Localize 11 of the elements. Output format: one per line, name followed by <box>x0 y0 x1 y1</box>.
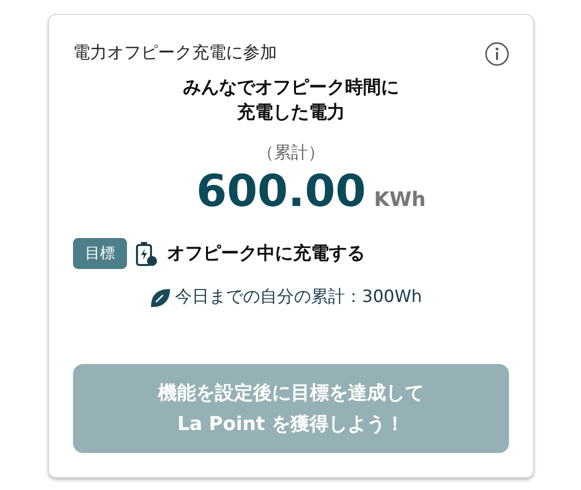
headline: みんなでオフピーク時間に充電した電力 <box>182 76 400 125</box>
unit-label: KWh <box>374 186 426 214</box>
card-title: 電力オフピーク充電に参加 <box>73 42 277 65</box>
info-icon[interactable] <box>485 42 509 66</box>
personal-total: 今日までの自分の累計：300Wh <box>175 286 422 309</box>
goal-text: オフピーク中に充電する <box>167 242 365 266</box>
battery-charge-icon <box>135 240 159 267</box>
goal-badge: 目標 <box>73 238 127 269</box>
total-label: （累計） <box>257 142 325 163</box>
total-value: 600.00 <box>196 170 366 214</box>
leaf-icon <box>149 286 171 309</box>
